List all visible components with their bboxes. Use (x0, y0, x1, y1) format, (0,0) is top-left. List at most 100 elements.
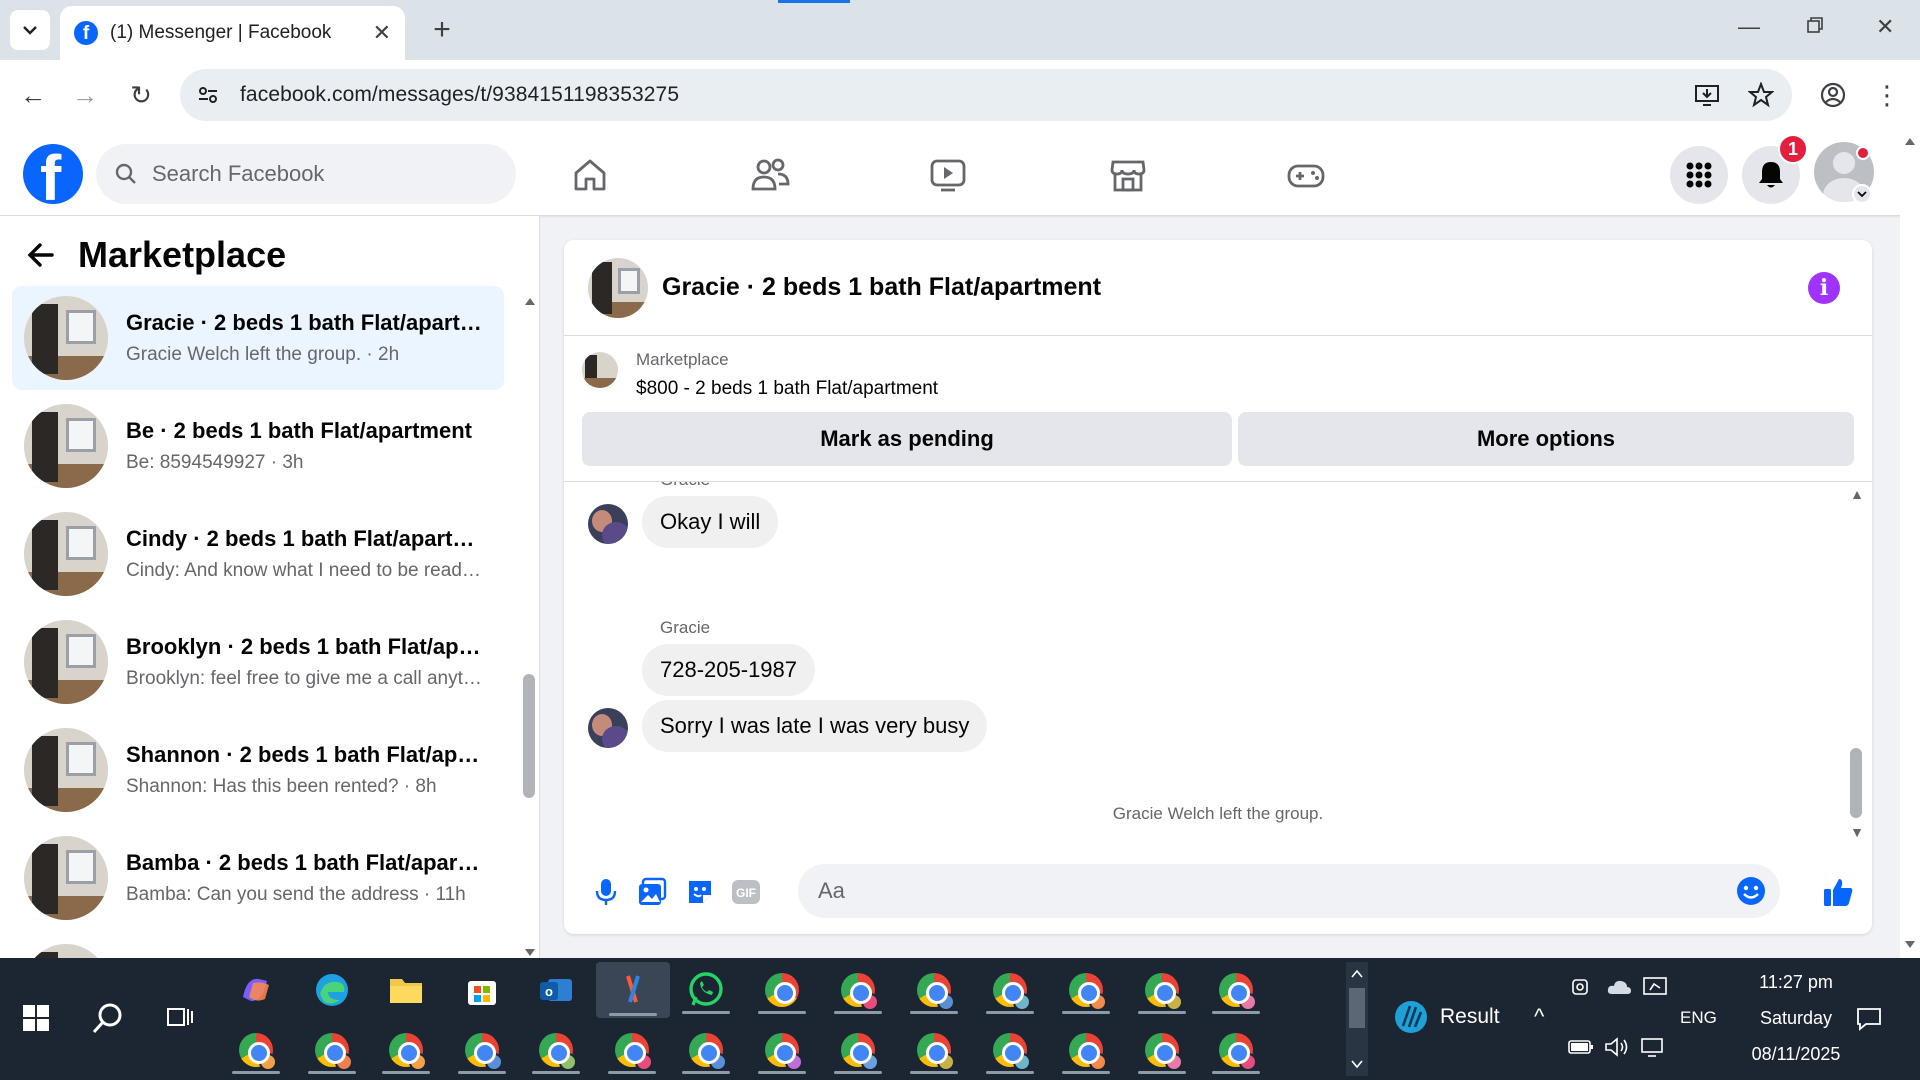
page-scrollbar[interactable] (1900, 130, 1920, 958)
chrome-profile-icon[interactable] (980, 1024, 1040, 1076)
conversation-item[interactable]: Gracie · 2 beds 1 bath Flat/apartment Gra… (12, 286, 504, 390)
profile-icon[interactable] (1814, 76, 1852, 114)
conversation-item[interactable]: Bamba · 2 beds 1 bath Flat/apartment Bamb… (12, 826, 504, 930)
chrome-profile-icon[interactable] (1206, 1024, 1266, 1076)
listing-mini-thumbnail[interactable] (582, 352, 618, 388)
chrome-profile-icon[interactable] (904, 1024, 964, 1076)
chrome-profile-icon[interactable] (828, 1024, 888, 1076)
photo-icon[interactable] (634, 874, 670, 910)
network-icon[interactable] (1640, 1036, 1666, 1063)
chrome-profile-icon[interactable] (526, 1024, 586, 1076)
gif-icon[interactable]: GIF (728, 874, 764, 910)
mark-as-pending-button[interactable]: Mark as pending (582, 412, 1232, 466)
chat-listing-thumbnail[interactable] (588, 257, 648, 318)
language-indicator[interactable]: ENG (1680, 1008, 1717, 1028)
message-scrollbar-thumb[interactable] (1850, 748, 1862, 818)
chrome-profile-icon[interactable] (452, 1024, 512, 1076)
taskbar-search-icon[interactable] (78, 992, 138, 1044)
conversation-item[interactable]: Brooklyn · 2 beds 1 bath Flat/apartment B… (12, 610, 504, 714)
chrome-profile-icon[interactable] (602, 1024, 662, 1076)
listing-price[interactable]: $800 - 2 beds 1 bath Flat/apartment (636, 378, 938, 400)
tab-search-button[interactable] (10, 10, 50, 50)
onedrive-icon[interactable] (1606, 976, 1632, 1003)
address-bar[interactable]: facebook.com/messages/t/9384151198353275 (180, 69, 1792, 121)
chrome-profile-icon[interactable] (302, 1024, 362, 1076)
forward-icon[interactable]: → (66, 76, 104, 114)
sidebar-scrollbar[interactable] (522, 296, 536, 958)
message-input-field[interactable] (798, 864, 1780, 918)
message-bubble[interactable]: Sorry I was late I was very busy (642, 700, 988, 752)
clock-time[interactable]: 11:27 pm (1746, 972, 1846, 993)
site-info-icon[interactable] (196, 83, 220, 107)
snipping-tool-icon[interactable] (596, 962, 670, 1018)
facebook-search[interactable] (96, 144, 516, 204)
chrome-profile-icon[interactable] (980, 964, 1040, 1016)
chrome-profile-icon[interactable] (752, 1024, 812, 1076)
screen-capture-icon[interactable] (1642, 974, 1668, 1005)
copilot-icon[interactable] (226, 964, 286, 1016)
file-explorer-icon[interactable] (376, 964, 436, 1016)
reload-icon[interactable]: ↻ (122, 76, 160, 114)
sidebar-scrollbar-thumb[interactable] (523, 674, 535, 798)
home-icon[interactable] (565, 150, 615, 200)
conversation-item[interactable]: Cindy · 2 beds 1 bath Flat/apartment Cind… (12, 502, 504, 606)
video-icon[interactable] (923, 150, 973, 200)
outlook-icon[interactable]: o (526, 964, 586, 1016)
install-app-icon[interactable] (1692, 80, 1722, 110)
sticker-icon[interactable] (682, 874, 718, 910)
clock-date[interactable]: 08/11/2025 (1726, 1044, 1866, 1065)
url-text[interactable]: facebook.com/messages/t/9384151198353275 (240, 83, 1668, 107)
show-hidden-icons[interactable]: ^ (1534, 1004, 1544, 1030)
chrome-profile-icon[interactable] (1056, 1024, 1116, 1076)
whatsapp-icon[interactable] (676, 964, 736, 1016)
chrome-profile-icon[interactable] (904, 964, 964, 1016)
browser-tab[interactable]: f (1) Messenger | Facebook ✕ (60, 6, 405, 60)
conversation-item[interactable]: Be · 2 beds 1 bath Flat/apartment Be: 859… (12, 394, 504, 498)
close-tab-icon[interactable]: ✕ (373, 20, 391, 46)
message-bubble[interactable]: 728-205-1987 (642, 644, 816, 696)
bookmark-star-icon[interactable] (1746, 80, 1776, 110)
more-options-button[interactable]: More options (1238, 412, 1854, 466)
chrome-profile-icon[interactable] (828, 964, 888, 1016)
message-bubble[interactable]: Okay I will (642, 496, 779, 548)
task-view-icon[interactable] (150, 992, 210, 1044)
sender-avatar[interactable] (588, 504, 628, 544)
microphone-icon[interactable] (588, 874, 624, 910)
chat-title[interactable]: Gracie · 2 beds 1 bath Flat/apartment (662, 273, 1101, 302)
chrome-profile-icon[interactable] (676, 1024, 736, 1076)
battery-icon[interactable] (1568, 1038, 1594, 1061)
clock-day[interactable]: Saturday (1736, 1008, 1856, 1029)
back-arrow-icon[interactable] (26, 240, 56, 270)
conversation-item[interactable] (12, 934, 504, 958)
scroll-down-arrow[interactable]: ▼ (1850, 824, 1864, 840)
volume-icon[interactable] (1604, 1036, 1630, 1063)
like-icon[interactable] (1820, 874, 1856, 910)
message-input[interactable] (818, 878, 1698, 904)
close-window-icon[interactable]: ✕ (1876, 14, 1894, 40)
chevron-down-icon[interactable] (1852, 184, 1872, 204)
camera-icon[interactable] (1570, 976, 1592, 1003)
new-tab-icon[interactable]: + (424, 12, 460, 48)
notification-center-icon[interactable] (1856, 1006, 1882, 1037)
chrome-profile-icon[interactable] (376, 1024, 436, 1076)
gaming-icon[interactable] (1281, 150, 1331, 200)
microsoft-store-icon[interactable] (452, 964, 512, 1016)
conversation-item[interactable]: Shannon · 2 beds 1 bath Flat/apartment Sh… (12, 718, 504, 822)
facebook-logo[interactable]: f (23, 144, 83, 204)
menu-icon[interactable]: ⋮ (1868, 76, 1906, 114)
chrome-profile-icon[interactable] (1056, 964, 1116, 1016)
taskbar-overflow-scroller[interactable] (1346, 962, 1368, 1076)
chrome-profile-icon[interactable] (1206, 964, 1266, 1016)
windows-start-icon[interactable] (6, 992, 66, 1044)
minimize-icon[interactable]: — (1738, 14, 1760, 40)
chrome-profile-icon[interactable] (1132, 1024, 1192, 1076)
chrome-profile-icon[interactable] (226, 1024, 286, 1076)
restore-icon[interactable] (1806, 14, 1824, 40)
menu-grid-button[interactable] (1670, 146, 1728, 204)
chrome-profile-icon[interactable] (1132, 964, 1192, 1016)
info-icon[interactable]: i (1808, 272, 1840, 304)
sender-avatar[interactable] (588, 708, 628, 748)
search-input[interactable] (152, 161, 472, 187)
edge-icon[interactable] (302, 964, 362, 1016)
weather-widget[interactable]: Result (1394, 1000, 1500, 1034)
